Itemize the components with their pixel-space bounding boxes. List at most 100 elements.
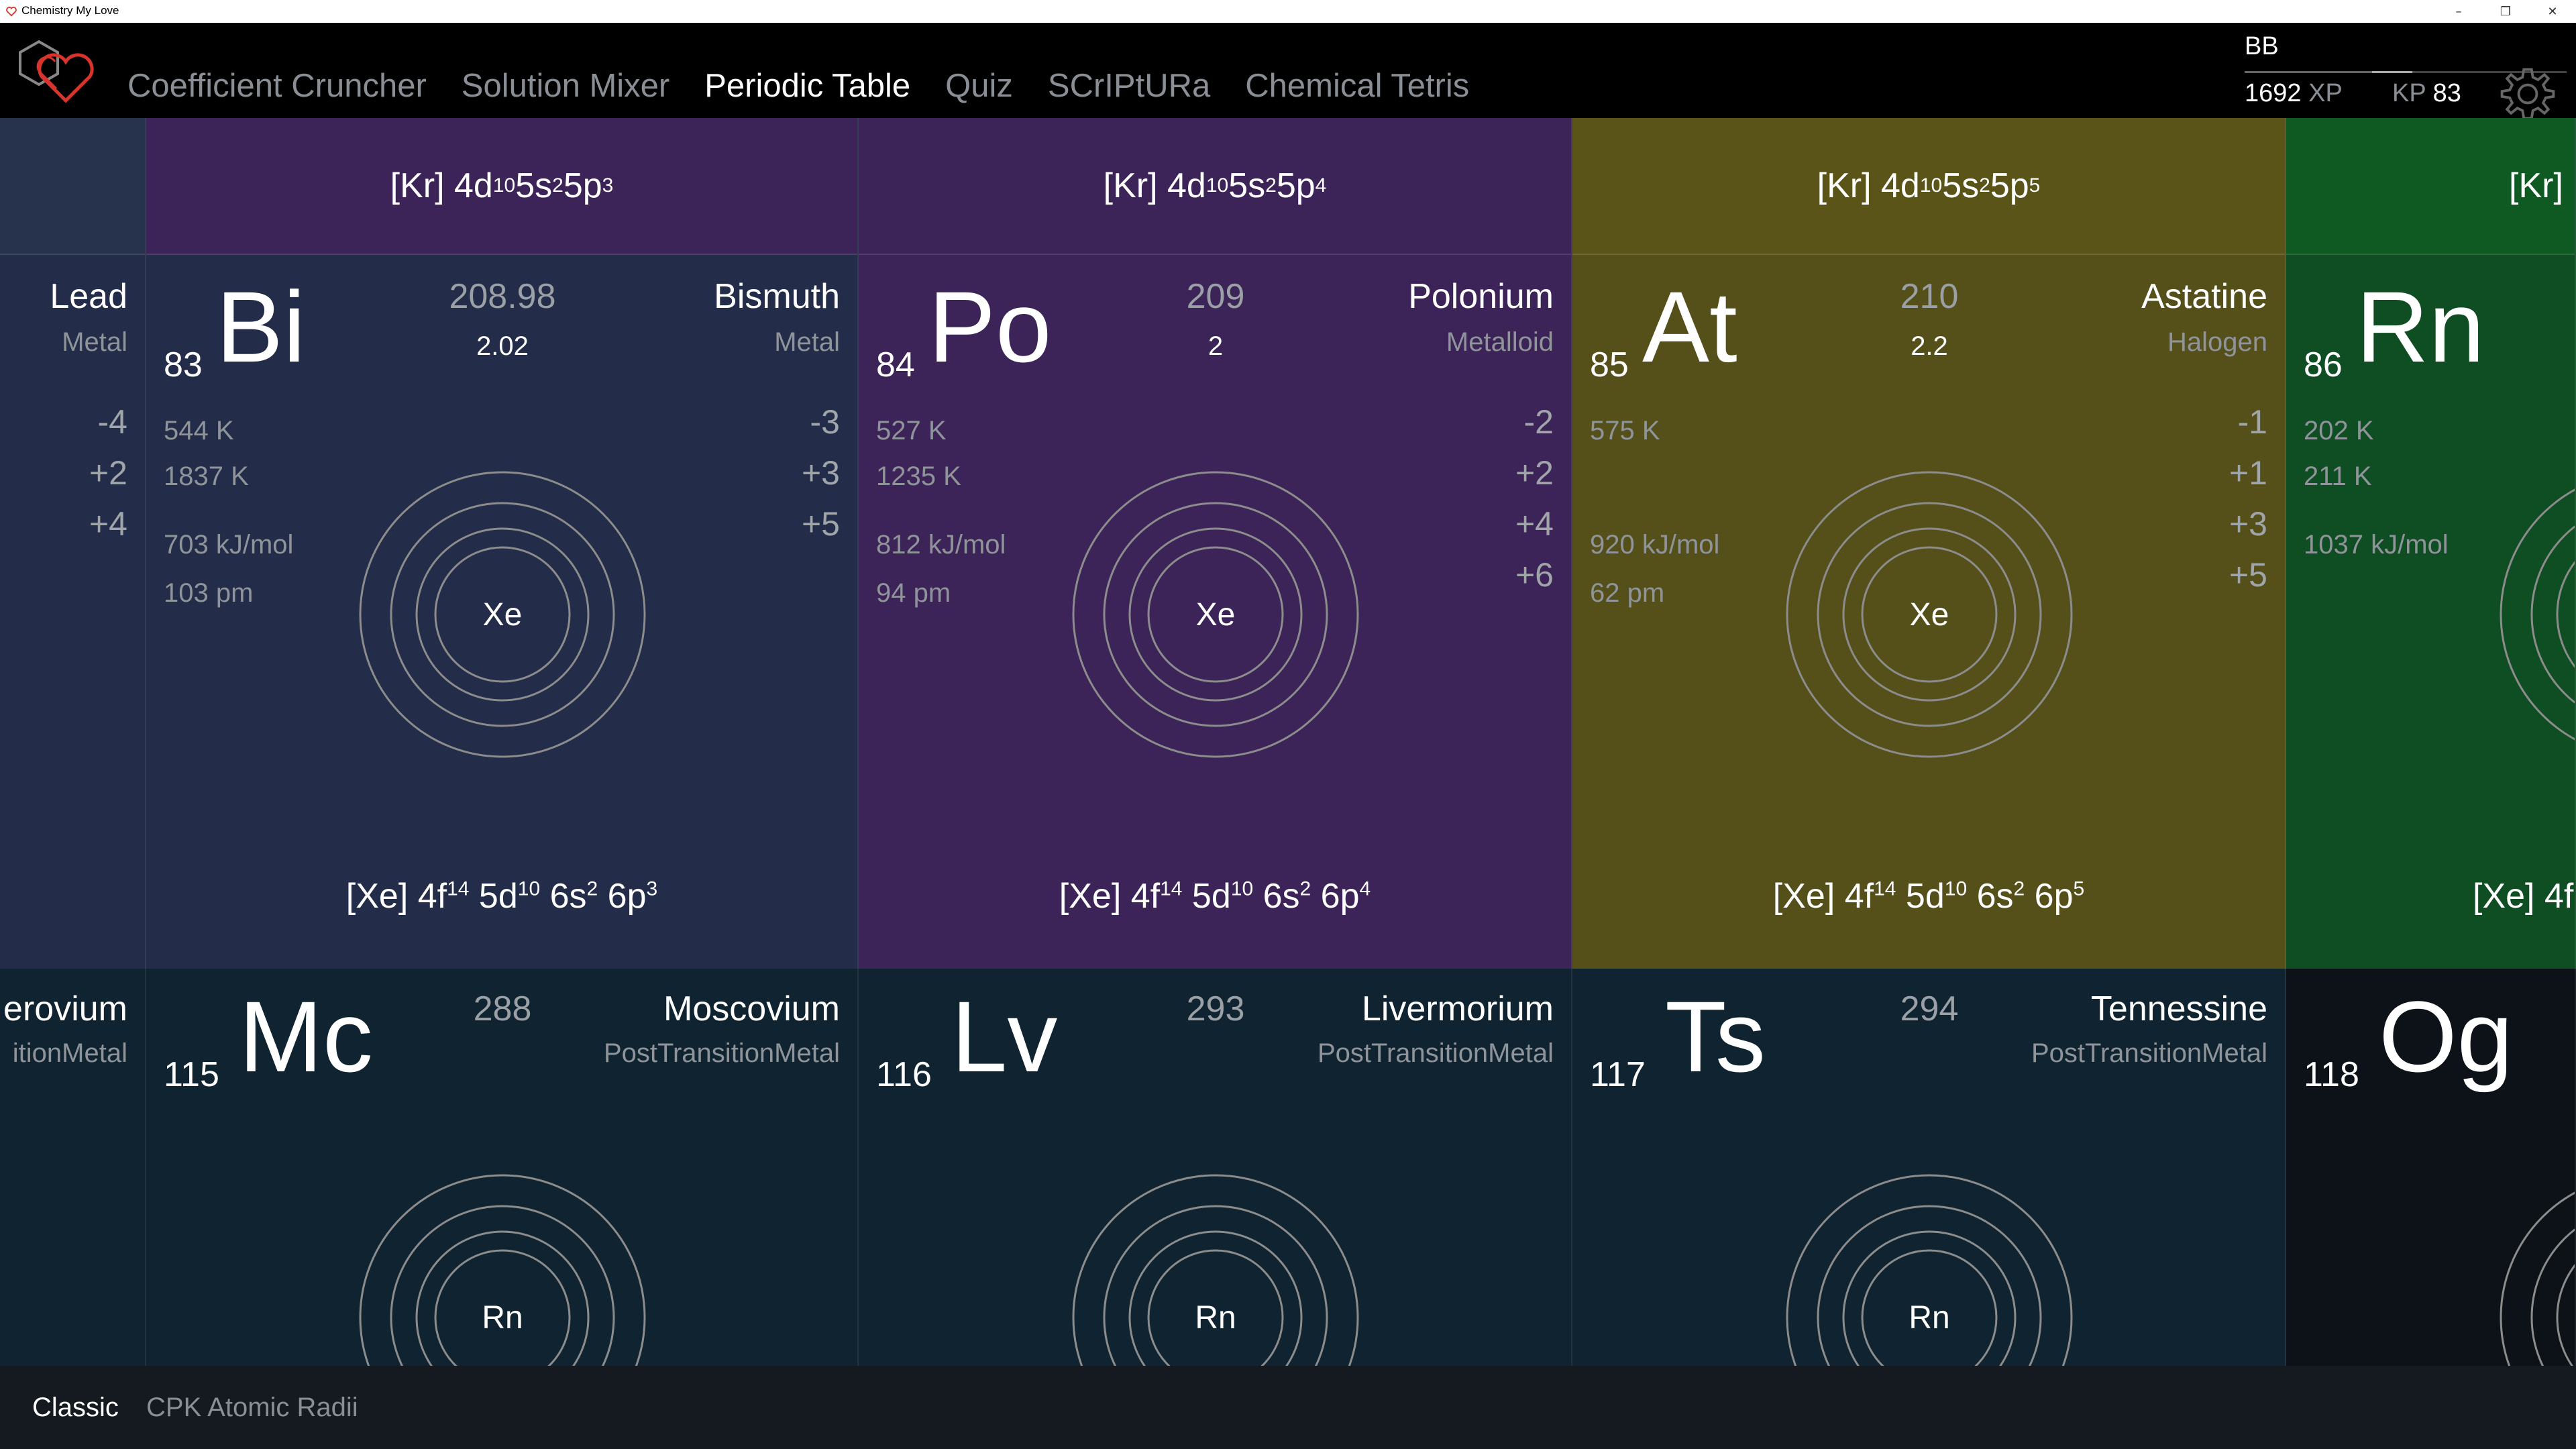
oxidation-state: +1 [2229,454,2267,492]
oxidation-state: +4 [1515,505,1554,543]
nav-periodic-table[interactable]: Periodic Table [704,67,910,105]
oxidation-state: +3 [801,454,840,492]
atomic-mass: 288 [473,989,532,1028]
atomic-mass: 210 [1900,277,1959,316]
electron-shell-diagram: Rn [1072,1174,1359,1366]
element-symbol: Po [928,270,1052,383]
nav-quiz[interactable]: Quiz [945,67,1013,105]
electron-configuration: [Xe] 4f14 5d10 6s2 6p4 [1059,877,1371,916]
atomic-mass: 209 [1186,277,1245,316]
electronegativity: 2 [1208,331,1224,361]
electronegativity: 2.02 [476,331,529,361]
core-label: Rn [482,1300,523,1336]
oxidation-state: +2 [89,454,127,492]
core-label: Xe [1196,597,1236,633]
atomic-radius: 94 pm [876,578,951,608]
xp-value: 1692 [2245,79,2302,107]
oxidation-state: +5 [2229,556,2267,594]
element-symbol: Rn [2356,270,2485,383]
tab-cpk-atomic-radii[interactable]: CPK Atomic Radii [146,1393,358,1423]
nav-chemical-tetris[interactable]: Chemical Tetris [1245,67,1469,105]
core-label: Rn [1195,1300,1236,1336]
element-cell-oganesson[interactable]: 118 Og [2286,969,2576,1366]
tab-classic[interactable]: Classic [32,1393,119,1423]
periodic-table-area[interactable]: Lead Metal -4 +2 +4 erovium itionMetal [… [0,118,2576,1366]
minimize-button[interactable]: – [2435,0,2482,23]
cell-header-config: [Kr] 4d 10 5s 2 5p 3 [146,118,857,255]
app-logo-icon[interactable] [12,35,99,109]
top-navigation: Coefficient Cruncher Solution Mixer Peri… [0,23,2576,120]
cell-header [0,118,145,255]
electron-shell-diagram [2500,1191,2575,1366]
close-button[interactable]: ✕ [2529,0,2576,23]
user-name[interactable]: BB [2245,32,2279,61]
atomic-number: 86 [2304,345,2343,384]
atomic-mass: 208.98 [449,277,556,316]
boiling-point: 211 K [2304,462,2372,491]
element-symbol: Og [2379,980,2514,1093]
element-cell-polonium[interactable]: [Kr] 4d 10 5s 2 5p 4 84 Po 209 2 Polonium M… [859,118,1572,969]
xp-display: 1692 XP [2245,79,2343,108]
atomic-number: 117 [1590,1055,1646,1094]
element-name: Lead [50,277,127,316]
oxidation-state: -2 [1523,403,1554,441]
cell-header-config: [Kr] 4d 10 5s 2 5p 4 [859,118,1571,255]
oxidation-state: -4 [97,403,127,441]
atomic-mass: 294 [1900,989,1959,1028]
core-label: Xe [1910,597,1949,633]
element-symbol: Ts [1665,980,1766,1093]
atomic-number: 118 [2304,1055,2359,1094]
element-cell-astatine[interactable]: [Kr] 4d 10 5s 2 5p 5 85 At 210 2.2 Astatine… [1572,118,2286,969]
element-cell-bismuth[interactable]: [Kr] 4d 10 5s 2 5p 3 83 Bi 208.98 2.02 Bism… [146,118,859,969]
element-category: Halogen [2167,327,2267,357]
oxidation-state: +6 [1515,556,1554,594]
atomic-number: 116 [876,1055,932,1094]
atomic-number: 85 [1590,345,1629,384]
title-bar: Chemistry My Love – ❐ ✕ [0,0,2576,23]
element-name: Moscovium [663,989,840,1028]
element-category: PostTransitionMetal [1318,1038,1554,1068]
melting-point: 575 K [1590,416,1660,445]
nav-coefficient-cruncher[interactable]: Coefficient Cruncher [127,67,427,105]
electron-shell-diagram: Xe [1072,471,1359,758]
element-cell-tennessine[interactable]: 117 Ts 294 Tennessine PostTransitionMeta… [1572,969,2286,1366]
element-symbol: Mc [239,980,373,1093]
element-cell-flerovium[interactable]: erovium itionMetal [0,969,146,1366]
element-cell-lead[interactable]: Lead Metal -4 +2 +4 [0,118,146,969]
settings-gear-icon[interactable] [2496,62,2560,126]
element-name: Polonium [1408,277,1554,316]
element-symbol: Bi [216,270,306,383]
kp-value: 83 [2432,79,2461,107]
core-label: Xe [483,597,523,633]
element-cell-moscovium[interactable]: 115 Mc 288 Moscovium PostTransitionMetal… [146,969,859,1366]
nav-solution-mixer[interactable]: Solution Mixer [462,67,669,105]
element-category: itionMetal [12,1038,127,1068]
electron-shell-diagram [2500,488,2575,741]
element-category: PostTransitionMetal [604,1038,840,1068]
kp-unit: KP [2392,79,2426,107]
boiling-point: 1235 K [876,462,961,491]
boiling-point: 1837 K [164,462,249,491]
element-symbol: Lv [951,980,1058,1093]
oxidation-state: +3 [2229,505,2267,543]
element-cell-radon[interactable]: [Kr] 86 Rn 202 K 211 K 1037 kJ/mol [Xe] … [2286,118,2576,969]
cell-header-config: [Kr] 4d 10 5s 2 5p 5 [1572,118,2285,255]
element-category: Metal [774,327,840,357]
element-cell-livermorium[interactable]: 116 Lv 293 Livermorium PostTransitionMet… [859,969,1572,1366]
element-name: Livermorium [1361,989,1554,1028]
cell-header-config: [Kr] [2286,118,2575,255]
electron-configuration: [Xe] 4f14 5d10 6s2 6p3 [345,877,658,916]
view-mode-bar: Classic CPK Atomic Radii [0,1366,2576,1449]
nav-scriptura[interactable]: SCrIPtURa [1048,67,1210,105]
ionization-energy: 920 kJ/mol [1590,530,1720,559]
restore-button[interactable]: ❐ [2482,0,2529,23]
melting-point: 544 K [164,416,234,445]
element-name: Astatine [2141,277,2267,316]
oxidation-state: +4 [89,505,127,543]
ionization-energy: 812 kJ/mol [876,530,1006,559]
atomic-number: 84 [876,345,915,384]
xp-unit: XP [2308,79,2343,107]
element-name: Bismuth [714,277,840,316]
main-nav: Coefficient Cruncher Solution Mixer Peri… [127,67,1469,105]
electronegativity: 2.2 [1911,331,1948,361]
